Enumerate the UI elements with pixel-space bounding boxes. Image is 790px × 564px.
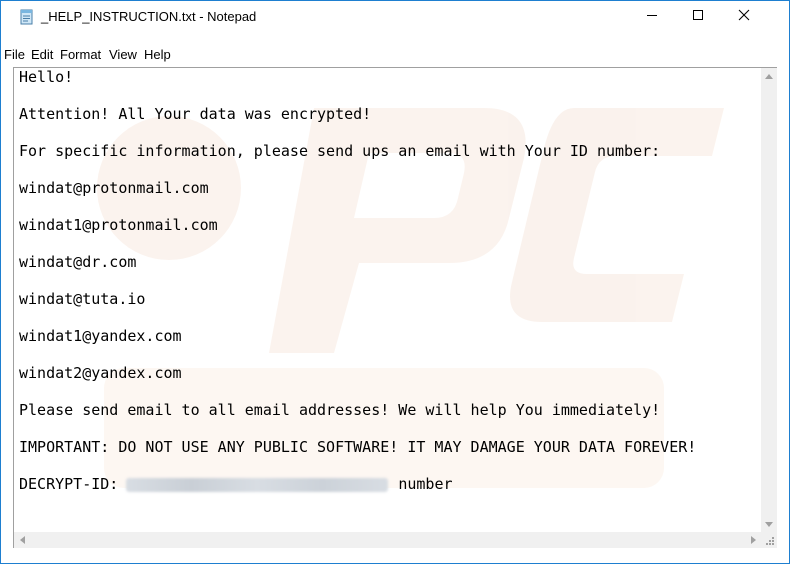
scroll-down-icon[interactable] — [761, 516, 777, 532]
menu-file[interactable]: File — [4, 47, 25, 62]
text-line: IMPORTANT: DO NOT USE ANY PUBLIC SOFTWAR… — [19, 438, 697, 456]
text-line: windat@dr.com — [19, 253, 137, 271]
text-line: windat@protonmail.com — [19, 179, 209, 197]
scroll-right-icon[interactable] — [745, 532, 761, 548]
minimize-button[interactable] — [629, 1, 675, 33]
scroll-left-icon[interactable] — [14, 532, 30, 548]
menu-bar: File Edit Format View Help — [1, 45, 789, 66]
notepad-icon — [19, 9, 35, 25]
blurred-id-value — [126, 477, 389, 492]
scroll-up-icon[interactable] — [761, 68, 777, 84]
text-line: Hello! — [19, 68, 74, 86]
text-line: windat2@yandex.com — [19, 364, 182, 382]
close-button[interactable] — [721, 1, 767, 33]
menu-help[interactable]: Help — [144, 47, 171, 62]
text-line: windat1@protonmail.com — [19, 216, 218, 234]
window-title: _HELP_INSTRUCTION.txt - Notepad — [41, 9, 257, 24]
text-line: Attention! All Your data was encrypted! — [19, 105, 372, 123]
menu-format[interactable]: Format — [60, 47, 101, 62]
decrypt-id-label: DECRYPT-ID: — [19, 475, 119, 493]
horizontal-scrollbar[interactable] — [14, 532, 761, 548]
maximize-icon — [692, 8, 704, 26]
text-line: For specific information, please send up… — [19, 142, 661, 160]
minimize-icon — [646, 8, 658, 26]
maximize-button[interactable] — [675, 1, 721, 33]
text-line: windat1@yandex.com — [19, 327, 182, 345]
text-editor-area[interactable]: Hello! Attention! All Your data was encr… — [13, 67, 777, 548]
vertical-scrollbar[interactable] — [761, 68, 777, 532]
menu-view[interactable]: View — [109, 47, 137, 62]
text-line: Please send email to all email addresses… — [19, 401, 661, 419]
close-icon — [738, 8, 750, 26]
text-line: windat@tuta.io — [19, 290, 146, 308]
menu-edit[interactable]: Edit — [31, 47, 53, 62]
resize-grip[interactable] — [761, 532, 777, 548]
notepad-window: _HELP_INSTRUCTION.txt - Notepad File Edi… — [0, 0, 790, 564]
title-bar[interactable]: _HELP_INSTRUCTION.txt - Notepad — [1, 1, 789, 33]
decrypt-id-line: DECRYPT-ID: number — [19, 475, 453, 493]
decrypt-id-suffix: number — [398, 475, 453, 493]
